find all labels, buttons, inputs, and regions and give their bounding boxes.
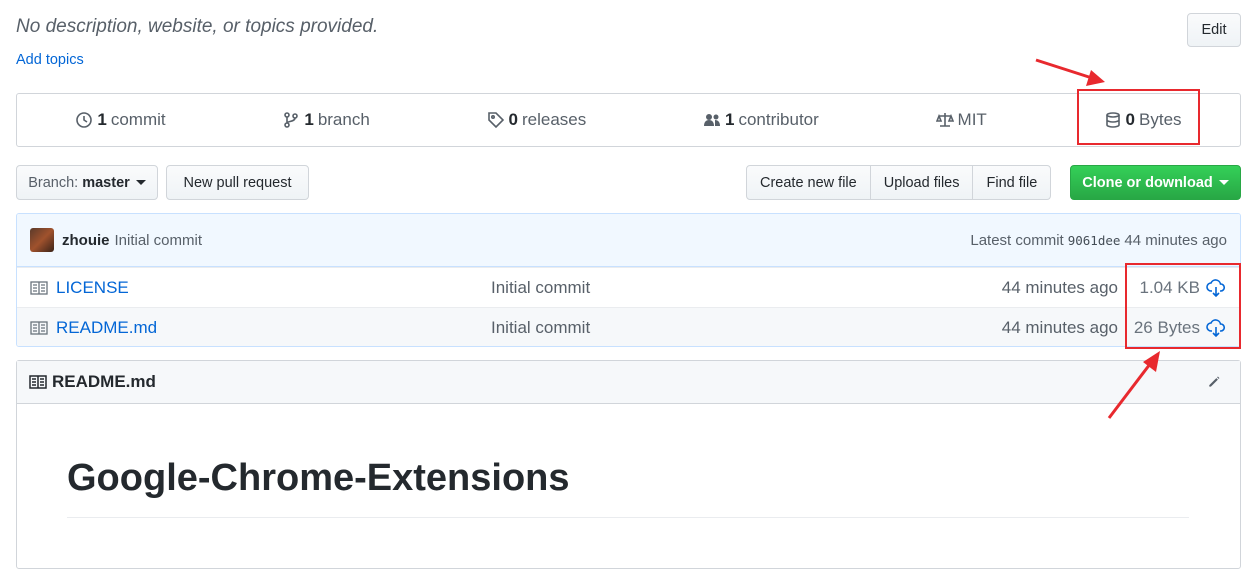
commit-sha[interactable]: 9061dee xyxy=(1068,233,1121,248)
license-link[interactable]: MIT xyxy=(935,110,987,130)
file-name-link[interactable]: README.md xyxy=(56,318,157,338)
file-commit-message[interactable]: Initial commit xyxy=(491,278,590,298)
file-age: 44 minutes ago xyxy=(1001,317,1118,337)
annotation-box-file-sizes xyxy=(1125,263,1241,349)
repo-description: No description, website, or topics provi… xyxy=(16,16,379,37)
clone-label: Clone or download xyxy=(1082,174,1213,191)
avatar[interactable] xyxy=(30,228,54,252)
caret-down-icon xyxy=(135,180,146,185)
law-icon xyxy=(935,113,954,127)
title-divider xyxy=(67,517,1189,518)
readme-header: README.md xyxy=(17,361,1240,404)
caret-down-icon xyxy=(1218,180,1229,185)
clone-or-download-button[interactable]: Clone or download xyxy=(1070,165,1241,200)
commit-message[interactable]: Initial commit xyxy=(115,232,203,249)
upload-files-button[interactable]: Upload files xyxy=(869,165,974,200)
commit-age: 44 minutes ago xyxy=(1124,231,1227,249)
file-age: 44 minutes ago xyxy=(1001,277,1118,297)
readme-filename: README.md xyxy=(52,372,156,391)
commit-author[interactable]: zhouie xyxy=(62,232,110,249)
create-new-file-button[interactable]: Create new file xyxy=(746,165,871,200)
file-text-icon xyxy=(30,280,48,295)
branch-icon xyxy=(284,112,299,128)
edit-button[interactable]: Edit xyxy=(1187,13,1241,47)
latest-commit-prefix: Latest commit xyxy=(970,231,1064,249)
commits-count: 1 xyxy=(97,110,107,129)
contributors-label: contributor xyxy=(738,110,819,129)
tag-icon xyxy=(487,112,504,129)
file-name-link[interactable]: LICENSE xyxy=(56,278,129,298)
book-icon xyxy=(30,320,48,335)
find-file-button[interactable]: Find file xyxy=(972,165,1052,200)
branch-select-button[interactable]: Branch: master xyxy=(16,165,158,200)
table-row: README.md Initial commit 44 minutes ago … xyxy=(17,307,1240,346)
branches-label: branch xyxy=(317,110,370,129)
readme-panel: README.md Google-Chrome-Extensions xyxy=(16,360,1241,569)
branch-name: master xyxy=(82,174,130,191)
numbers-summary: 1 commit 1 branch 0 releases 1 contribut… xyxy=(16,93,1241,147)
book-icon xyxy=(29,375,47,389)
people-icon xyxy=(704,114,720,126)
license-label: MIT xyxy=(957,110,987,129)
add-topics-link[interactable]: Add topics xyxy=(16,52,84,68)
branch-prefix: Branch: xyxy=(28,174,79,191)
contributors-link[interactable]: 1 contributor xyxy=(703,110,819,130)
branches-count: 1 xyxy=(304,110,314,129)
commits-label: commit xyxy=(110,110,166,129)
arrow-to-size-head xyxy=(1086,70,1105,86)
file-actions-group: Create new file Upload files Find file xyxy=(746,165,1052,200)
file-table: zhouie Initial commit Latest commit 9061… xyxy=(16,213,1241,347)
arrow-to-size xyxy=(1035,58,1093,80)
history-icon xyxy=(76,112,93,128)
releases-count: 0 xyxy=(508,110,518,129)
releases-link[interactable]: 0 releases xyxy=(487,110,587,130)
contributors-count: 1 xyxy=(725,110,735,129)
new-pull-request-button[interactable]: New pull request xyxy=(166,165,309,200)
commits-link[interactable]: 1 commit xyxy=(75,110,166,130)
latest-commit-bar: zhouie Initial commit Latest commit 9061… xyxy=(17,214,1240,267)
table-row: LICENSE Initial commit 44 minutes ago 1.… xyxy=(17,267,1240,307)
branches-link[interactable]: 1 branch xyxy=(282,110,370,130)
file-commit-message[interactable]: Initial commit xyxy=(491,318,590,338)
pencil-icon[interactable] xyxy=(1205,375,1223,389)
releases-label: releases xyxy=(522,110,587,129)
annotation-box-size xyxy=(1077,89,1200,145)
readme-title: Google-Chrome-Extensions xyxy=(67,457,570,499)
